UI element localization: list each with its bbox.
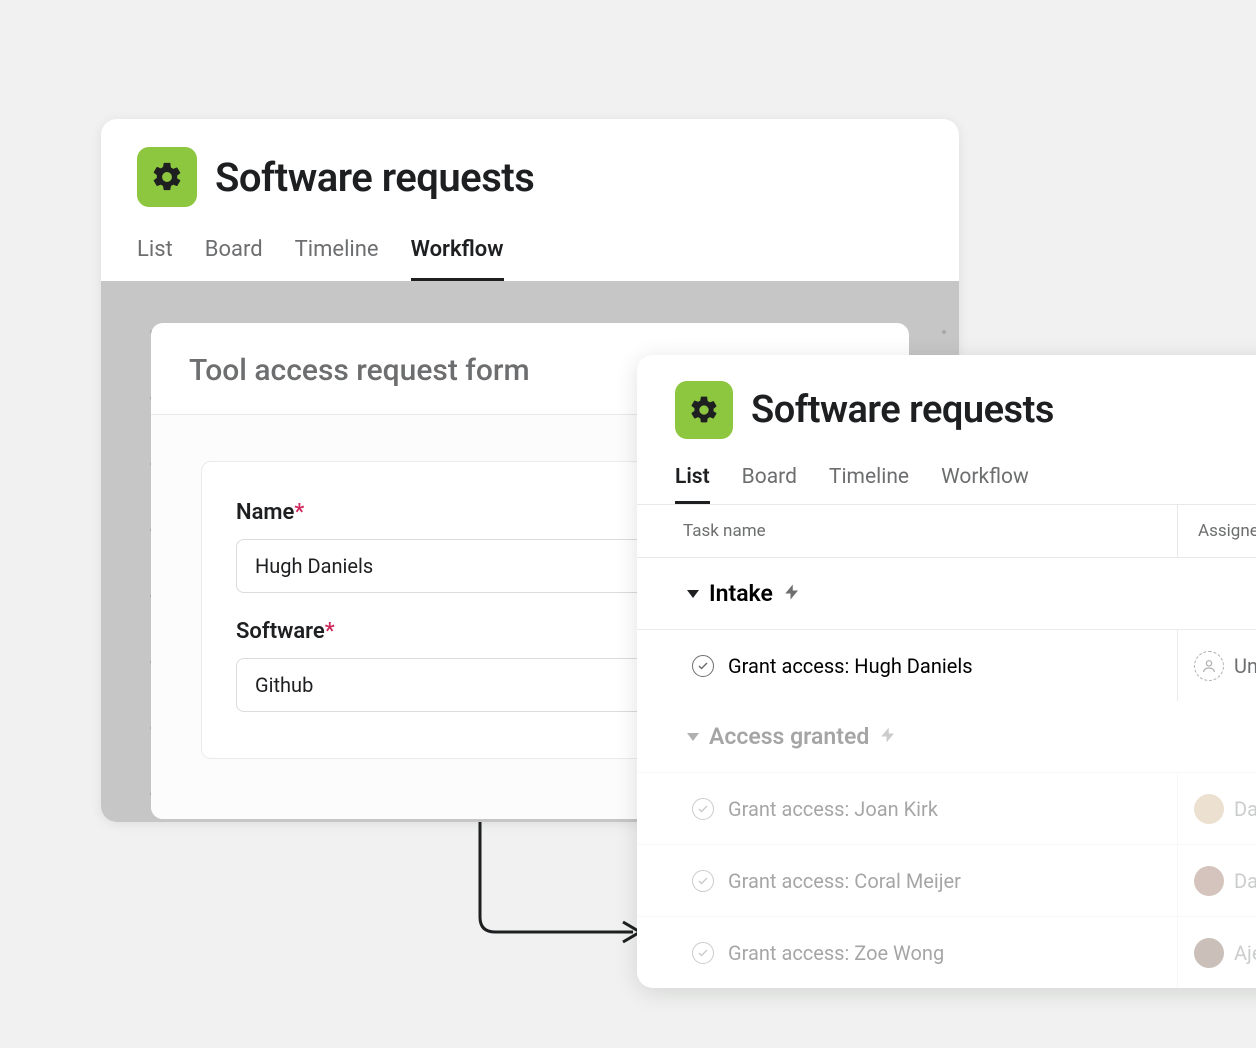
assignee-name: Dani bbox=[1234, 869, 1256, 893]
bolt-icon bbox=[783, 580, 801, 607]
avatar bbox=[1194, 938, 1224, 968]
assignee-cell[interactable]: Ajee bbox=[1177, 917, 1256, 988]
project-title: Software requests bbox=[751, 388, 1054, 432]
unassigned-avatar-icon bbox=[1194, 651, 1224, 681]
task-title: Grant access: Coral Meijer bbox=[728, 869, 961, 893]
assignee-cell[interactable]: Dani bbox=[1177, 845, 1256, 916]
tab-workflow[interactable]: Workflow bbox=[411, 237, 504, 281]
complete-check-icon[interactable] bbox=[692, 798, 714, 820]
required-mark: * bbox=[294, 500, 304, 525]
tab-board[interactable]: Board bbox=[742, 465, 797, 504]
project-gear-icon bbox=[137, 147, 197, 207]
complete-check-icon[interactable] bbox=[692, 942, 714, 964]
caret-down-icon bbox=[687, 733, 699, 741]
bolt-icon bbox=[879, 723, 897, 750]
column-headers: Task name Assignee bbox=[637, 504, 1256, 558]
task-row[interactable]: Grant access: Coral Meijer Dani bbox=[637, 844, 1256, 916]
section-header[interactable]: Access granted bbox=[637, 701, 1256, 772]
task-title: Grant access: Hugh Daniels bbox=[728, 654, 973, 678]
project-title: Software requests bbox=[215, 154, 534, 201]
task-title: Grant access: Joan Kirk bbox=[728, 797, 938, 821]
complete-check-icon[interactable] bbox=[692, 655, 714, 677]
avatar bbox=[1194, 794, 1224, 824]
assignee-name: Unas bbox=[1234, 654, 1256, 678]
assignee-cell[interactable]: Unas bbox=[1177, 630, 1256, 701]
task-row[interactable]: Grant access: Hugh Daniels Unas bbox=[637, 629, 1256, 701]
tab-list[interactable]: List bbox=[137, 237, 173, 281]
tab-timeline[interactable]: Timeline bbox=[829, 465, 909, 504]
panel-header: Software requests bbox=[101, 119, 959, 219]
list-panel: Software requests List Board Timeline Wo… bbox=[637, 355, 1256, 988]
tab-board[interactable]: Board bbox=[205, 237, 263, 281]
assignee-name: Ajee bbox=[1234, 941, 1256, 965]
section-name: Intake bbox=[709, 580, 773, 607]
project-gear-icon bbox=[675, 381, 733, 439]
caret-down-icon bbox=[687, 590, 699, 598]
tab-list[interactable]: List bbox=[675, 465, 710, 504]
assignee-name: Dave bbox=[1234, 797, 1256, 821]
complete-check-icon[interactable] bbox=[692, 870, 714, 892]
avatar bbox=[1194, 866, 1224, 896]
tabs-row: List Board Timeline Workflow bbox=[637, 447, 1256, 504]
task-title: Grant access: Zoe Wong bbox=[728, 941, 944, 965]
assignee-cell[interactable]: Dave bbox=[1177, 773, 1256, 844]
tab-workflow[interactable]: Workflow bbox=[941, 465, 1029, 504]
required-mark: * bbox=[325, 619, 335, 644]
tabs-row: List Board Timeline Workflow bbox=[101, 219, 959, 281]
tab-timeline[interactable]: Timeline bbox=[295, 237, 379, 281]
section-header[interactable]: Intake bbox=[637, 558, 1256, 629]
col-assignee: Assignee bbox=[1177, 505, 1256, 557]
task-row[interactable]: Grant access: Joan Kirk Dave bbox=[637, 772, 1256, 844]
section-name: Access granted bbox=[709, 723, 869, 750]
task-row[interactable]: Grant access: Zoe Wong Ajee bbox=[637, 916, 1256, 988]
panel-header: Software requests bbox=[637, 355, 1256, 447]
col-task-name: Task name bbox=[637, 505, 1177, 557]
flow-arrow bbox=[468, 822, 653, 952]
